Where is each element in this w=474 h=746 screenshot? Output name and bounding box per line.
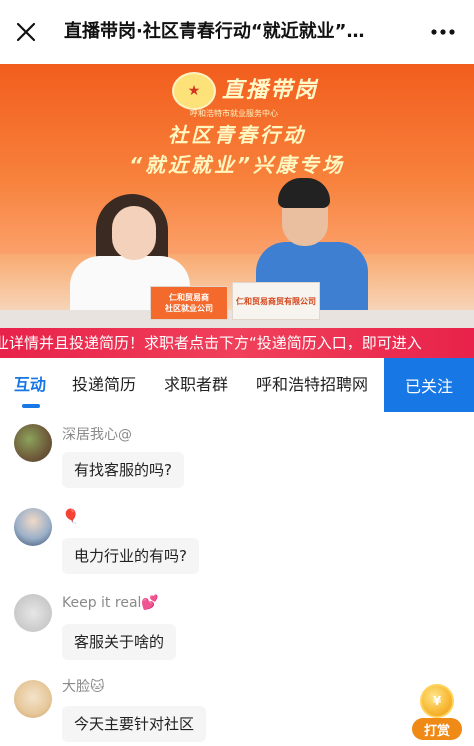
tab-interaction[interactable]: 互动 — [14, 374, 46, 396]
active-tab-indicator — [22, 404, 40, 408]
avatar[interactable] — [14, 508, 52, 546]
chat-username[interactable]: 深居我心@ — [62, 426, 132, 444]
page-title: 直播带岗·社区青春行动“就近就业”… — [64, 21, 365, 42]
tip-button[interactable]: ¥ 打赏 — [412, 684, 462, 742]
top-navigation-bar: 直播带岗·社区青春行动“就近就业”… — [0, 0, 474, 64]
live-brand-subtitle: 呼和浩特市就业服务中心 — [190, 109, 278, 118]
close-icon[interactable] — [12, 18, 40, 46]
chat-bubble: 客服关于啥的 — [62, 624, 177, 660]
avatar[interactable] — [14, 424, 52, 462]
desk-name-card-left: 仁和贸易商 社区就业公司 — [150, 286, 228, 320]
host-female-face — [112, 206, 156, 260]
event-headline-line1: 社区青春行动 — [168, 123, 306, 147]
live-brand-title: 直播带岗 — [222, 78, 319, 103]
live-video-player[interactable]: ★ 直播带岗 呼和浩特市就业服务中心 社区青春行动 “就近就业”兴康专场 仁和贸… — [0, 64, 474, 328]
tip-label: 打赏 — [412, 718, 462, 740]
scrolling-announcement: 业详情并且投递简历！求职者点击下方“投递简历入口，即可进入 — [0, 328, 474, 358]
event-headline-line2: “就近就业”兴康专场 — [129, 153, 345, 177]
event-headline: 社区青春行动 “就近就业”兴康专场 — [0, 120, 474, 180]
desk-name-card-right: 仁和贸易商贸有限公司 — [232, 282, 320, 320]
chat-bubble: 今天主要针对社区 — [62, 706, 207, 742]
party-emblem-logo: ★ — [172, 72, 216, 110]
avatar[interactable] — [14, 680, 52, 718]
tab-hohhot-recruitment[interactable]: 呼和浩特招聘网 — [256, 374, 368, 396]
chat-bubble: 电力行业的有吗? — [62, 538, 199, 574]
chat-username[interactable]: 大脸🐱 — [62, 678, 105, 696]
avatar[interactable] — [14, 594, 52, 632]
chat-list[interactable]: 深居我心@ 有找客服的吗? 🎈 电力行业的有吗? Keep it real💕 客… — [0, 412, 474, 746]
coin-icon: ¥ — [420, 684, 454, 718]
more-dots-icon[interactable] — [428, 20, 458, 44]
chat-username[interactable]: Keep it real💕 — [62, 594, 159, 612]
tab-job-seeker-group[interactable]: 求职者群 — [164, 374, 228, 396]
announcement-text: 业详情并且投递简历！求职者点击下方“投递简历入口，即可进入 — [0, 334, 422, 352]
tab-bar: 互动 投递简历 求职者群 呼和浩特招聘网 已关注 — [0, 358, 474, 412]
chat-bubble: 有找客服的吗? — [62, 452, 184, 488]
chat-username[interactable]: 🎈 — [62, 508, 79, 526]
tab-submit-resume[interactable]: 投递简历 — [72, 374, 136, 396]
follow-button[interactable]: 已关注 — [384, 358, 474, 412]
